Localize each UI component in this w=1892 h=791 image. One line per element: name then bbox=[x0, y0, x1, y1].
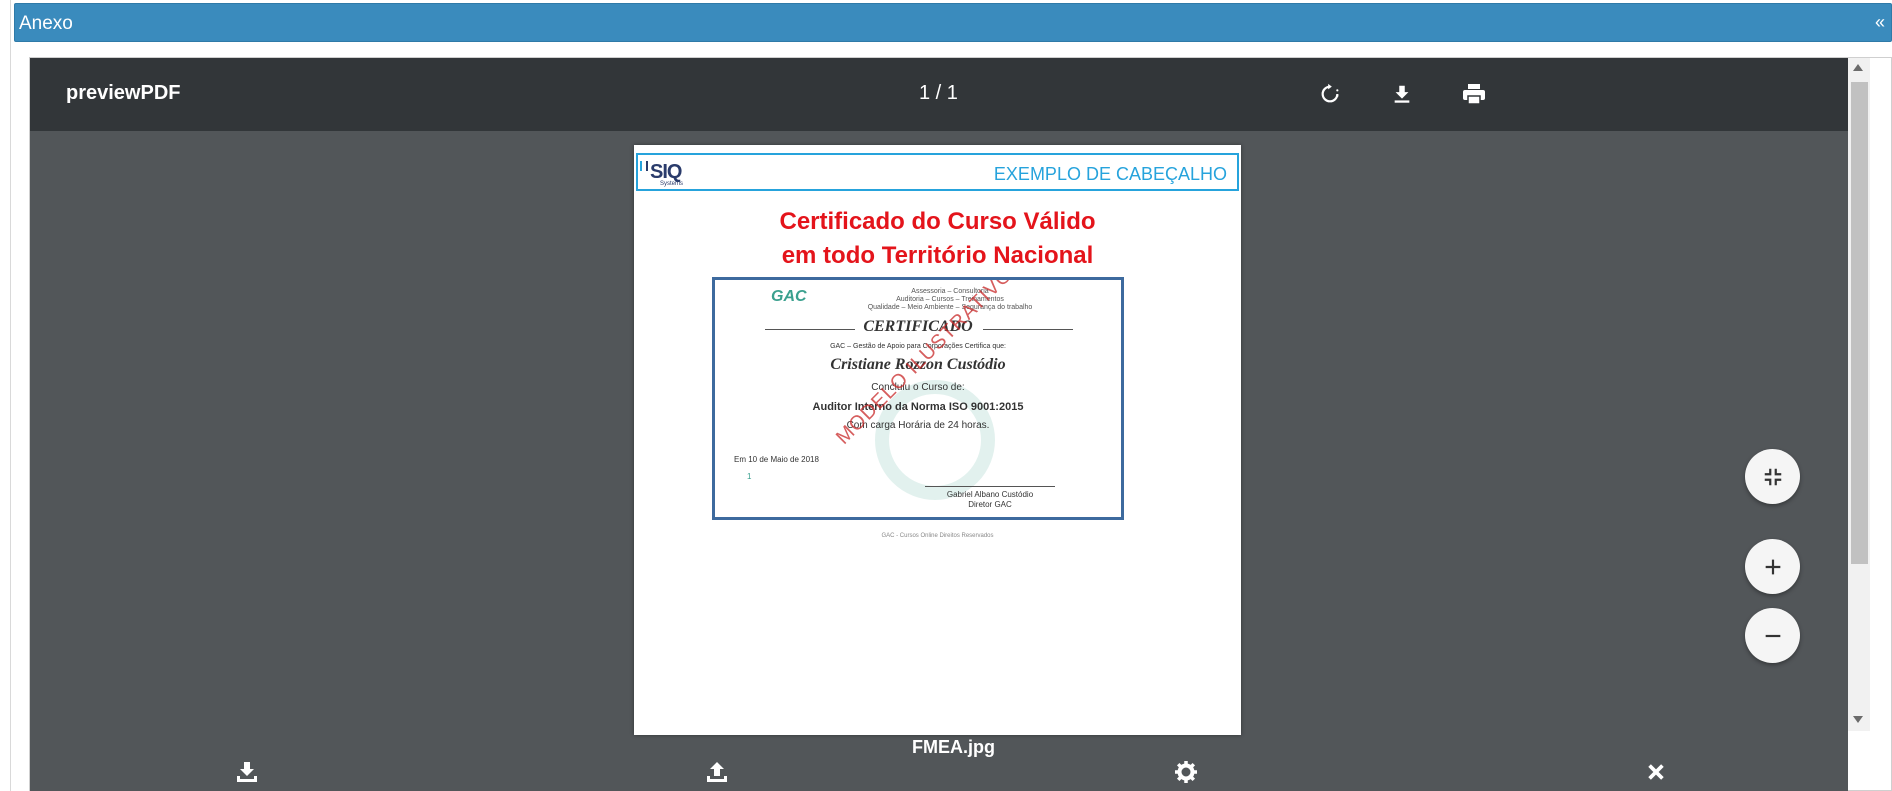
signature-line bbox=[925, 486, 1055, 487]
download-button[interactable] bbox=[1384, 76, 1420, 112]
certificate-course: Auditor Interno da Norma ISO 9001:2015 bbox=[812, 401, 1024, 413]
gac-logo: GAC bbox=[771, 288, 807, 305]
fit-page-button[interactable] bbox=[1745, 449, 1800, 504]
upload-file-button[interactable] bbox=[703, 758, 731, 786]
certificate-heading: CERTIFICADO bbox=[863, 318, 973, 335]
plus-icon bbox=[1765, 559, 1780, 574]
upload-icon bbox=[707, 762, 727, 782]
rotate-icon bbox=[1321, 83, 1339, 103]
document-name: previewPDF bbox=[66, 82, 181, 104]
gear-icon bbox=[1175, 761, 1197, 783]
file-name: FMEA.jpg bbox=[912, 737, 995, 757]
close-icon bbox=[1648, 764, 1664, 780]
viewer-toolbar: previewPDF 1 / 1 bbox=[30, 58, 1848, 131]
scroll-thumb[interactable] bbox=[1851, 82, 1868, 564]
collapse-button[interactable]: « bbox=[1875, 12, 1885, 33]
certificate-concluded: Concluiu o Curso de: bbox=[871, 382, 965, 393]
panel-title: Anexo bbox=[19, 13, 73, 34]
siq-logo-mark bbox=[640, 161, 648, 171]
page-header-text: EXEMPLO DE CABEÇALHO bbox=[993, 164, 1227, 184]
scroll-down-arrow[interactable] bbox=[1853, 716, 1863, 723]
download-icon bbox=[237, 762, 257, 782]
print-icon bbox=[1463, 84, 1485, 105]
panel-header: Anexo « bbox=[14, 3, 1892, 42]
minus-icon bbox=[1765, 634, 1780, 637]
scroll-up-arrow[interactable] bbox=[1853, 64, 1863, 71]
download-file-button[interactable] bbox=[233, 758, 261, 786]
download-icon bbox=[1394, 85, 1410, 103]
page-counter: 1 / 1 bbox=[919, 82, 958, 104]
certificate-date: Em 10 de Maio de 2018 bbox=[734, 455, 819, 464]
rotate-button[interactable] bbox=[1312, 76, 1348, 112]
viewer-scrollbar[interactable] bbox=[1848, 58, 1870, 731]
pdf-page: SIQ Systems EXEMPLO DE CABEÇALHO Certific… bbox=[634, 145, 1241, 735]
page-footer: GAC - Cursos Online Direitos Reservados bbox=[881, 533, 994, 539]
zoom-in-button[interactable] bbox=[1745, 539, 1800, 594]
certificate-image: GAC Assessoria – Consultoria Auditoria –… bbox=[712, 277, 1124, 520]
page-header: SIQ Systems EXEMPLO DE CABEÇALHO bbox=[636, 153, 1239, 191]
print-button[interactable] bbox=[1456, 76, 1492, 112]
remove-file-button[interactable] bbox=[1642, 758, 1670, 786]
zoom-out-button[interactable] bbox=[1745, 608, 1800, 663]
siq-logo: SIQ Systems bbox=[650, 161, 684, 187]
settings-button[interactable] bbox=[1172, 758, 1200, 786]
page-title: Certificado do Curso Válido em todo Terr… bbox=[779, 208, 1096, 269]
compress-icon bbox=[1764, 468, 1781, 485]
certificate-hours: Com carga Horária de 24 horas. bbox=[846, 420, 990, 431]
certificate-mark: 1 bbox=[747, 472, 752, 481]
certificate-services: Assessoria – Consultoria Auditoria – Cur… bbox=[867, 288, 1033, 311]
certificate-signer: Gabriel Albano Custódio Diretor GAC bbox=[946, 490, 1034, 509]
